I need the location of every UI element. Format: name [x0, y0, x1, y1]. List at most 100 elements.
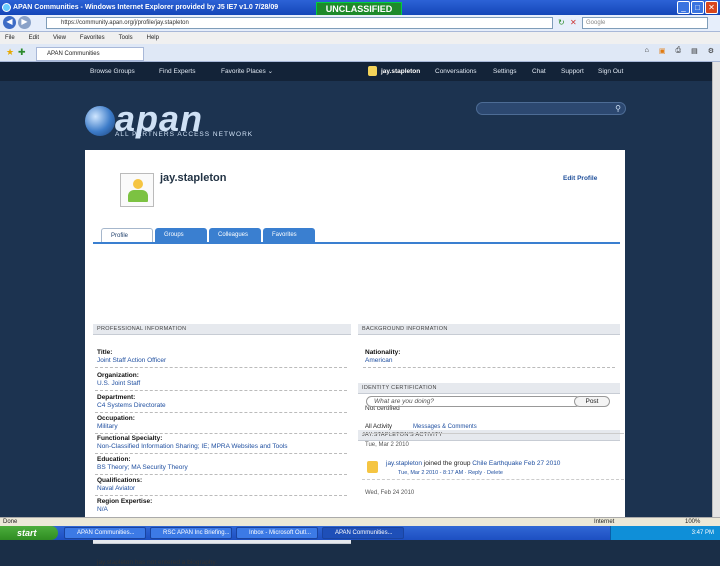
nav-browse-groups[interactable]: Browse Groups: [90, 62, 135, 81]
occupation-value[interactable]: Military: [97, 423, 118, 430]
professional-header: PROFESSIONAL INFORMATION: [93, 324, 351, 335]
divider: [95, 390, 347, 391]
logo-tagline: ALL PARTNERS ACCESS NETWORK: [115, 131, 254, 138]
profile-avatar: [120, 173, 154, 207]
zone-label: Internet: [594, 519, 615, 525]
activity-avatar: [367, 461, 378, 473]
activity-text: joined the group: [422, 460, 473, 467]
nav-sign-out[interactable]: Sign Out: [598, 62, 623, 81]
taskbar-item[interactable]: APAN Communities...: [322, 527, 404, 539]
feeds-icon[interactable]: ▣: [659, 47, 666, 55]
education-label: Education:: [97, 456, 131, 463]
clock: 3:47 PM: [691, 530, 714, 536]
taskbar-item[interactable]: Inbox - Microsoft Outl...: [236, 527, 318, 539]
tab-favorites[interactable]: Favorites: [263, 228, 315, 243]
menu-favorites[interactable]: Favorites: [80, 32, 105, 44]
menu-help[interactable]: Help: [147, 32, 159, 44]
window-title: APAN Communities - Windows Internet Expl…: [13, 4, 279, 11]
nav-conversations[interactable]: Conversations: [435, 62, 477, 81]
tab-profile[interactable]: Profile: [101, 228, 153, 243]
address-input[interactable]: https://community.apan.org/j/profile/jay…: [46, 17, 553, 29]
close-button[interactable]: ✕: [705, 1, 718, 14]
title-value[interactable]: Joint Staff Action Officer: [97, 357, 166, 364]
status-update-input[interactable]: What are you doing?: [366, 396, 581, 407]
activity-user-link[interactable]: jay.stapleton: [386, 460, 422, 467]
profile-name: jay.stapleton: [160, 172, 227, 184]
forward-icon[interactable]: ▶: [18, 16, 31, 29]
tab-groups[interactable]: Groups: [155, 228, 207, 243]
home-icon[interactable]: ⌂: [645, 47, 649, 55]
nav-favorite-places[interactable]: Favorite Places ⌄: [221, 62, 273, 81]
tab-messages-comments[interactable]: Messages & Comments: [413, 424, 477, 430]
region-label: Region Expertise:: [97, 498, 153, 505]
zoom-level[interactable]: 100%: [685, 518, 700, 526]
organization-value[interactable]: U.S. Joint Staff: [97, 380, 140, 387]
menu-file[interactable]: File: [5, 32, 15, 44]
window-controls: _ □ ✕: [677, 1, 718, 14]
apan-logo[interactable]: apan ALL PARTNERS ACCESS NETWORK: [85, 98, 265, 142]
browser-menu-bar: File Edit View Favorites Tools Help: [0, 32, 720, 44]
nav-find-experts[interactable]: Find Experts: [159, 62, 196, 81]
edit-profile-link[interactable]: Edit Profile: [563, 175, 597, 182]
bio-text: jay.stapleton has not entered a biograph…: [97, 559, 218, 566]
qualifications-label: Qualifications:: [97, 477, 143, 484]
region-value[interactable]: N/A: [97, 506, 108, 513]
activity-item: jay.stapleton joined the group Chile Ear…: [386, 460, 560, 467]
education-value[interactable]: BS Theory; MA Security Theory: [97, 464, 188, 471]
activity-meta[interactable]: Tue, Mar 2 2010 - 8:17 AM · Reply · Dele…: [398, 470, 503, 476]
activity-group-link[interactable]: Chile Earthquake Feb 27 2010: [472, 460, 560, 467]
minimize-button[interactable]: _: [677, 1, 690, 14]
background-header: BACKGROUND INFORMATION: [358, 324, 620, 335]
start-button[interactable]: start: [0, 526, 58, 540]
nationality-value[interactable]: American: [365, 357, 392, 364]
divider: [362, 479, 624, 480]
nav-support[interactable]: Support: [561, 62, 584, 81]
add-favorite-icon[interactable]: ✚: [18, 47, 26, 58]
page-icon[interactable]: ▤: [691, 47, 698, 55]
tab-all-activity[interactable]: All Activity: [365, 424, 392, 430]
activity-date: Tue, Mar 2 2010: [365, 442, 409, 448]
post-button[interactable]: Post: [574, 396, 610, 407]
browser-tab-row: ★ ✚ APAN Communities ⌂ ▣ ⎙ ▤ ⚙: [0, 44, 720, 62]
divider: [95, 474, 347, 475]
nav-user[interactable]: jay.stapleton: [381, 62, 420, 81]
divider: [95, 453, 347, 454]
divider: [362, 433, 624, 434]
back-icon[interactable]: ◀: [3, 16, 16, 29]
title-label: Title:: [97, 349, 113, 356]
menu-tools[interactable]: Tools: [119, 32, 133, 44]
stop-icon[interactable]: ✕: [570, 18, 577, 27]
system-tray: 3:47 PM: [610, 526, 720, 540]
tab-colleagues[interactable]: Colleagues: [209, 228, 261, 243]
taskbar-item[interactable]: RSC APAN Inc Briefing...: [150, 527, 232, 539]
print-icon[interactable]: ⎙: [675, 47, 681, 55]
refresh-icon[interactable]: ↻: [558, 18, 565, 27]
nav-chat[interactable]: Chat: [532, 62, 546, 81]
search-icon[interactable]: ⚲: [615, 104, 621, 113]
menu-edit[interactable]: Edit: [29, 32, 39, 44]
browser-status-bar: Done Internet 100%: [0, 517, 720, 526]
divider: [95, 433, 347, 434]
windows-taskbar: start APAN Communities... RSC APAN Inc B…: [0, 526, 720, 540]
identity-header: IDENTITY CERTIFICATION: [358, 383, 620, 394]
tools-icon[interactable]: ⚙: [708, 47, 714, 55]
divider: [363, 367, 615, 368]
taskbar-item[interactable]: APAN Communities...: [64, 527, 146, 539]
vertical-scrollbar[interactable]: [712, 62, 720, 517]
functional-value[interactable]: Non-Classified Information Sharing; IE; …: [97, 443, 288, 450]
nationality-label: Nationality:: [365, 349, 401, 356]
activity-header: JAY.STAPLETON'S ACTIVITY: [358, 430, 620, 441]
qualifications-value[interactable]: Naval Aviator: [97, 485, 135, 492]
department-label: Department:: [97, 394, 136, 401]
browser-tab[interactable]: APAN Communities: [36, 47, 144, 61]
favorites-star-icon[interactable]: ★: [6, 47, 14, 58]
browser-search-input[interactable]: Google: [582, 17, 708, 29]
ie-logo-icon: [2, 3, 11, 12]
nav-settings[interactable]: Settings: [493, 62, 517, 81]
site-search-input[interactable]: ⚲: [476, 102, 626, 115]
profile-tabs: Profile Groups Colleagues Favorites: [101, 228, 315, 243]
maximize-button[interactable]: □: [691, 1, 704, 14]
menu-view[interactable]: View: [53, 32, 66, 44]
department-value[interactable]: C4 Systems Directorate: [97, 402, 166, 409]
user-avatar: [368, 66, 377, 76]
